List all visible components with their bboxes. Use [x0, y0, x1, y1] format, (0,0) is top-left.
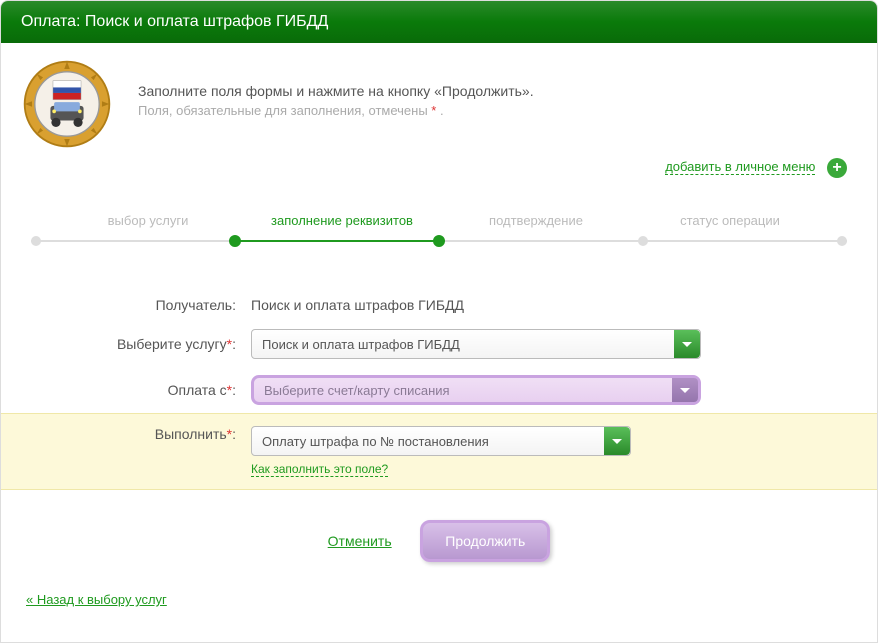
- payment-label: Оплата с*:: [31, 382, 251, 398]
- back-link[interactable]: « Назад к выбору услуг: [26, 592, 167, 607]
- step-dot-end: [837, 236, 847, 246]
- step-label-4: статус операции: [633, 213, 827, 228]
- step-label-3: подтверждение: [439, 213, 633, 228]
- continue-button[interactable]: Продолжить: [420, 520, 550, 562]
- row-recipient: Получатель: Поиск и оплата штрафов ГИБДД: [1, 289, 877, 321]
- chevron-down-icon: [672, 378, 698, 402]
- content: Заполните поля формы и нажмите на кнопку…: [1, 43, 877, 642]
- action-select[interactable]: Оплату штрафа по № постановления: [251, 426, 631, 456]
- plus-icon[interactable]: +: [827, 158, 847, 178]
- action-label: Выполнить*:: [31, 426, 251, 442]
- chevron-down-icon: [674, 330, 700, 358]
- step-dot-2: [433, 235, 445, 247]
- action-field-wrap: Оплату штрафа по № постановления Как зап…: [251, 426, 631, 477]
- row-service: Выберите услугу*: Поиск и оплата штрафов…: [1, 321, 877, 367]
- recipient-value: Поиск и оплата штрафов ГИБДД: [251, 297, 464, 313]
- form: Получатель: Поиск и оплата штрафов ГИБДД…: [1, 279, 877, 490]
- row-action: Выполнить*: Оплату штрафа по № постановл…: [1, 413, 877, 490]
- help-link[interactable]: Как заполнить это поле?: [251, 462, 388, 477]
- payment-select[interactable]: Выберите счет/карту списания: [251, 375, 701, 405]
- page-container: Оплата: Поиск и оплата штрафов ГИБДД Зап…: [0, 0, 878, 643]
- step-track: [31, 234, 847, 254]
- add-to-menu-link[interactable]: добавить в личное меню: [665, 159, 815, 175]
- gibdd-emblem-icon: [21, 58, 113, 150]
- action-select-value: Оплату штрафа по № постановления: [262, 434, 489, 449]
- instructions: Заполните поля формы и нажмите на кнопку…: [138, 58, 534, 118]
- actions: Отменить Продолжить: [1, 490, 877, 582]
- page-header: Оплата: Поиск и оплата штрафов ГИБДД: [1, 1, 877, 43]
- chevron-down-icon: [604, 427, 630, 455]
- page-title: Оплата: Поиск и оплата штрафов ГИБДД: [21, 13, 328, 30]
- back-section: « Назад к выбору услуг: [1, 582, 877, 622]
- instruction-line2: Поля, обязательные для заполнения, отмеч…: [138, 103, 534, 118]
- step-line-active: [235, 240, 439, 242]
- step-dot-start: [31, 236, 41, 246]
- step-label-1: выбор услуги: [51, 213, 245, 228]
- step-dot-3: [638, 236, 648, 246]
- step-label-2: заполнение реквизитов: [245, 213, 439, 228]
- instruction-line1: Заполните поля формы и нажмите на кнопку…: [138, 83, 534, 99]
- top-section: Заполните поля формы и нажмите на кнопку…: [1, 58, 877, 150]
- recipient-label: Получатель:: [31, 297, 251, 313]
- payment-select-placeholder: Выберите счет/карту списания: [264, 383, 450, 398]
- service-select[interactable]: Поиск и оплата штрафов ГИБДД: [251, 329, 701, 359]
- cancel-button[interactable]: Отменить: [328, 533, 392, 549]
- progress-steps: выбор услуги заполнение реквизитов подтв…: [1, 198, 877, 279]
- row-payment: Оплата с*: Выберите счет/карту списания: [1, 367, 877, 413]
- service-label: Выберите услугу*:: [31, 336, 251, 352]
- step-dot-1: [229, 235, 241, 247]
- add-to-menu-section: добавить в личное меню +: [1, 150, 877, 198]
- step-labels: выбор услуги заполнение реквизитов подтв…: [31, 213, 847, 228]
- service-select-value: Поиск и оплата штрафов ГИБДД: [262, 337, 460, 352]
